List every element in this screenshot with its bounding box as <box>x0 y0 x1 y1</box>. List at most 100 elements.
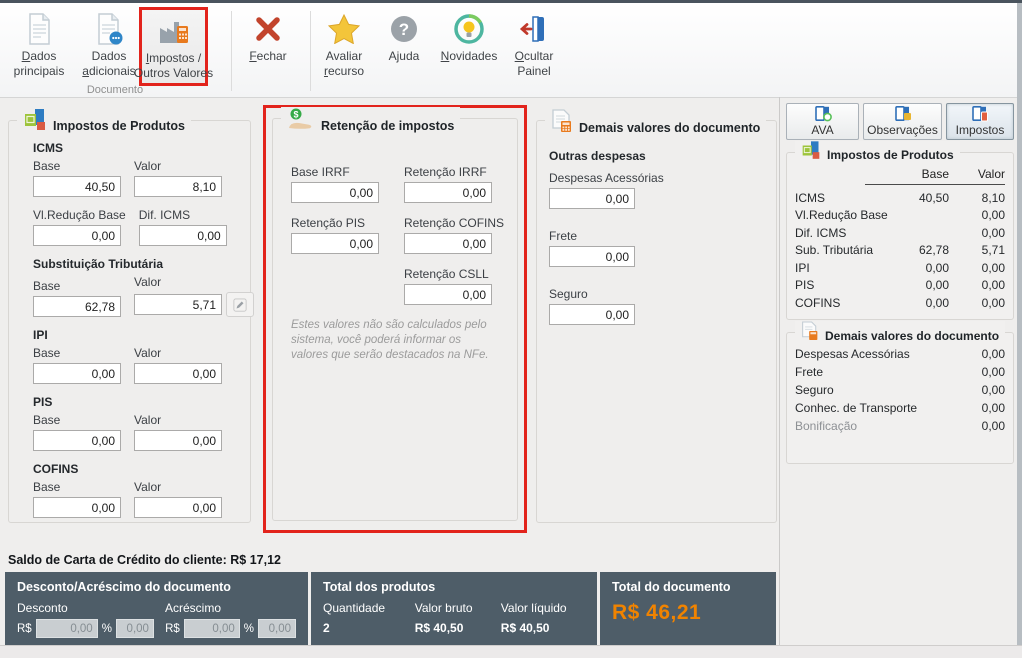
field-row: Base Valor <box>33 413 240 451</box>
field-label: Vl.Redução Base <box>33 208 126 222</box>
st-valor-input[interactable] <box>134 294 222 315</box>
button-label: Fechar <box>249 49 287 63</box>
ajuda-button[interactable]: ? Ajuda <box>380 9 428 91</box>
despesas-acessorias-input[interactable] <box>549 188 635 209</box>
edit-st-button[interactable] <box>226 292 254 317</box>
ribbon-toolbar: Dados principais Dados adicionais Impost… <box>0 3 1017 98</box>
total-documento-value: R$ 46,21 <box>612 601 702 624</box>
field: Base <box>33 279 121 317</box>
frete-input[interactable] <box>549 246 635 267</box>
field: Base <box>33 413 121 451</box>
field-label: Valor <box>134 159 162 173</box>
valor-bruto-label: Valor bruto <box>414 601 473 615</box>
retencao-csll-input[interactable] <box>404 284 492 305</box>
ocultar-painel-button[interactable]: Ocultar Painel <box>506 9 562 91</box>
retencao-cofins-input[interactable] <box>404 233 492 254</box>
pencil-icon <box>233 297 247 312</box>
acrescimo-pct-input[interactable] <box>258 619 296 638</box>
list-item: Bonificação 0,00 <box>787 417 1013 435</box>
icms-valor-input[interactable] <box>134 176 222 197</box>
col-base: Base <box>921 167 949 181</box>
field-label: Valor <box>134 346 162 360</box>
row-valor: 0,00 <box>981 225 1005 240</box>
sidebar-impostos-box: Impostos de Produtos Base Valor ICMS 40,5… <box>786 141 1014 320</box>
retencao-irrf-input[interactable] <box>404 182 492 203</box>
table-row: Vl.Redução Base 0,00 <box>787 207 1013 225</box>
field-label: Valor <box>134 413 162 427</box>
icms-base-input[interactable] <box>33 176 121 197</box>
section-heading: IPI <box>33 328 48 342</box>
field-label: Seguro <box>549 287 588 301</box>
novidades-button[interactable]: Novidades <box>436 9 502 91</box>
row-valor: 0,00 <box>981 383 1005 397</box>
retencao-note: Estes valores não são calculados pelo si… <box>291 319 489 361</box>
avaliar-recurso-button[interactable]: Avaliar recurso <box>314 9 374 91</box>
cofins-base-input[interactable] <box>33 497 121 518</box>
ipi-valor-input[interactable] <box>134 363 222 384</box>
button-label: Ocultar <box>514 49 554 63</box>
dados-principais-button[interactable]: Dados principais <box>8 9 70 91</box>
sidebar-demais-box: Demais valores do documento Despesas Ace… <box>786 321 1014 464</box>
table-row: COFINS 0,00 0,00 <box>787 294 1013 312</box>
table-header: Base Valor <box>865 167 1005 185</box>
dif-icms-input[interactable] <box>138 225 227 246</box>
labels-row: Quantidade Valor bruto Valor líquido <box>323 601 585 615</box>
field: Vl.Redução Base <box>33 208 126 246</box>
field-label: Retenção COFINS <box>404 216 505 230</box>
field-label: Frete <box>549 229 578 243</box>
retencao-pis-input[interactable] <box>291 233 379 254</box>
groupbox-title: Demais valores do documento <box>545 109 767 136</box>
button-label: Ajuda <box>388 49 420 63</box>
percent-label: % <box>101 622 112 635</box>
button-label: adicionais <box>82 64 136 78</box>
demais-valores-groupbox: Demais valores do documento Outras despe… <box>536 109 777 523</box>
impostos-outros-valores-button[interactable]: Impostos / Outros Valores <box>134 11 213 93</box>
button-label: Impostos / <box>145 51 202 65</box>
field-label: Valor <box>134 480 162 494</box>
row-label: Seguro <box>795 383 834 397</box>
field: Retenção PIS <box>291 216 379 254</box>
values-row: 2 R$ 40,50 R$ 40,50 <box>323 621 585 635</box>
field-label: Dif. ICMS <box>138 208 191 222</box>
field-label: Base <box>33 159 61 173</box>
seguro-input[interactable] <box>549 304 635 325</box>
panel-icon <box>894 106 911 121</box>
section-heading: PIS <box>33 395 53 409</box>
field: Retenção COFINS <box>404 216 504 254</box>
svg-text:$: $ <box>293 110 298 120</box>
tab-label: AVA <box>811 123 834 137</box>
groupbox-title-text: Retenção de impostos <box>321 119 455 133</box>
base-irrf-input[interactable] <box>291 182 379 203</box>
desconto-valor-input[interactable] <box>35 619 98 638</box>
field: Valor <box>134 480 222 518</box>
field: Base <box>33 480 121 518</box>
ipi-base-input[interactable] <box>33 363 121 384</box>
tab-ava[interactable]: AVA <box>786 103 859 140</box>
retencao-highlight-frame: $ Retenção de impostos Base IRRF Retençã… <box>263 105 527 533</box>
document-icon <box>24 9 54 49</box>
saldo-carta-credito: Saldo de Carta de Crédito do cliente: R$… <box>8 553 281 567</box>
field-row: Base Valor <box>33 346 240 384</box>
fechar-button[interactable]: Fechar <box>240 9 296 91</box>
row-valor: 0,00 <box>981 419 1005 433</box>
field: Valor <box>134 159 222 197</box>
tab-impostos[interactable]: Impostos <box>946 103 1014 140</box>
inputs-row: R$ % R$ % <box>17 619 296 638</box>
row-label: IPI <box>795 260 810 275</box>
row-label: Conhec. de Transporte <box>795 401 918 415</box>
field: Retenção IRRF <box>404 165 492 203</box>
desconto-acrescimo-panel: Desconto/Acréscimo do documento Desconto… <box>5 572 308 645</box>
cofins-valor-input[interactable] <box>134 497 222 518</box>
button-label: principais <box>13 64 65 78</box>
acrescimo-valor-input[interactable] <box>183 619 240 638</box>
sidebar-divider <box>779 97 780 645</box>
pis-base-input[interactable] <box>33 430 121 451</box>
dados-adicionais-button[interactable]: Dados adicionais <box>76 9 142 91</box>
field: Frete <box>549 229 764 267</box>
table-row: ICMS 40,50 8,10 <box>787 189 1013 207</box>
tab-observacoes[interactable]: Observações <box>863 103 942 140</box>
vl-reducao-base-input[interactable] <box>33 225 121 246</box>
desconto-pct-input[interactable] <box>115 619 154 638</box>
st-base-input[interactable] <box>33 296 121 317</box>
pis-valor-input[interactable] <box>134 430 222 451</box>
